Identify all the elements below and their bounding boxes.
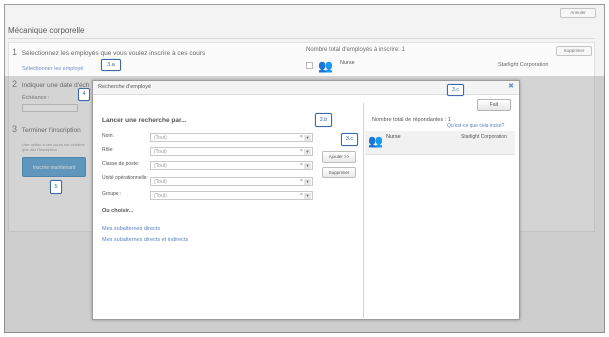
done-button[interactable]: Fait — [477, 99, 511, 111]
person-icon: 👥 — [318, 59, 333, 73]
select-employees-link[interactable]: Sélectionner les employé — [22, 66, 83, 72]
callout-3a: 3.a — [101, 59, 121, 71]
remove-button[interactable]: Supprimer — [556, 46, 592, 56]
employee-search-dialog: Recherche d'employé ✖ Lancer une recherc… — [92, 80, 520, 320]
all-reports-link[interactable]: Mes subalternes directs et indirects — [102, 237, 188, 243]
filter-row-role: Rôle: (Tout) × ▼ — [102, 147, 354, 156]
cancel-button[interactable]: Annuler — [560, 8, 596, 18]
remove-button[interactable]: Supprimer — [322, 167, 356, 178]
employees-total: Nombre total d'employés à inscrire: 1 — [306, 47, 405, 53]
callout-3b: 3.b — [315, 113, 332, 127]
title-divider — [8, 38, 595, 39]
page-title: Mécanique corporelle — [8, 26, 85, 35]
step-1-text: Sélectionnez les employés que vous voule… — [21, 50, 206, 57]
person-icon: 👥 — [368, 134, 383, 148]
close-icon[interactable]: ✖ — [508, 82, 514, 90]
list-item[interactable]: 👥 Nurse Starlight Corporation — [365, 131, 515, 155]
add-button[interactable]: Ajouter >> — [322, 151, 356, 163]
row-checkbox[interactable] — [306, 62, 313, 69]
what-included-link[interactable]: Qu'est-ce que cela inclut? — [447, 123, 504, 129]
callout-4: 4 — [78, 88, 90, 101]
chevron-down-icon[interactable]: ▼ — [304, 179, 311, 185]
or-choose-heading: Ou choisir... — [102, 208, 134, 214]
filter-label: Groupe : — [102, 191, 122, 197]
business-unit-select[interactable]: (Tout) × ▼ — [150, 177, 313, 186]
chevron-down-icon[interactable]: ▼ — [304, 163, 311, 169]
filter-label: Classe de poste: — [102, 161, 140, 167]
filter-label: Rôle: — [102, 147, 114, 153]
filter-row-business-unit: Unité opérationnelle: (Tout) × ▼ — [102, 175, 354, 188]
filter-row-name: Nom: (Tout) × ▼ — [102, 133, 354, 142]
select-value: (Tout) — [154, 135, 167, 141]
select-value: (Tout) — [154, 149, 167, 155]
job-class-select[interactable]: (Tout) × ▼ — [150, 161, 313, 170]
dialog-title: Recherche d'employé — [98, 84, 152, 90]
result-name: Nurse — [386, 134, 401, 140]
direct-reports-link[interactable]: Mes subalternes directs — [102, 226, 160, 232]
clear-icon[interactable]: × — [300, 134, 303, 140]
select-value: (Tout) — [154, 193, 167, 199]
select-value: (Tout) — [154, 179, 167, 185]
clear-icon[interactable]: × — [300, 192, 303, 198]
filter-row-group: Groupe : (Tout) × ▼ — [102, 191, 354, 200]
step-1: 1 Sélectionnez les employés que vous vou… — [12, 47, 205, 57]
chevron-down-icon[interactable]: ▼ — [304, 193, 311, 199]
filter-label: Unité opérationnelle: — [102, 175, 148, 181]
name-select[interactable]: (Tout) × ▼ — [150, 133, 313, 142]
clear-icon[interactable]: × — [300, 178, 303, 184]
callout-3c-add: 3.c — [341, 133, 358, 146]
chevron-down-icon[interactable]: ▼ — [304, 135, 311, 141]
clear-icon[interactable]: × — [300, 148, 303, 154]
employee-org: Starlight Corporation — [498, 62, 549, 68]
step-1-number: 1 — [12, 47, 18, 57]
callout-5: 5 — [50, 180, 62, 194]
clear-icon[interactable]: × — [300, 162, 303, 168]
chevron-down-icon[interactable]: ▼ — [304, 149, 311, 155]
employee-name: Nurse — [340, 60, 355, 66]
results-total: Nombre total de répondantes : 1 — [372, 117, 451, 123]
dialog-divider — [363, 103, 364, 318]
filter-row-job-class: Classe de poste: (Tout) × ▼ — [102, 161, 354, 170]
select-value: (Tout) — [154, 163, 167, 169]
group-select[interactable]: (Tout) × ▼ — [150, 191, 313, 200]
filter-label: Nom: — [102, 133, 114, 139]
callout-3c-done: 3.c — [447, 84, 464, 96]
role-select[interactable]: (Tout) × ▼ — [150, 147, 313, 156]
search-section-title: Lancer une recherche par... — [102, 117, 187, 124]
result-org: Starlight Corporation — [461, 134, 507, 140]
